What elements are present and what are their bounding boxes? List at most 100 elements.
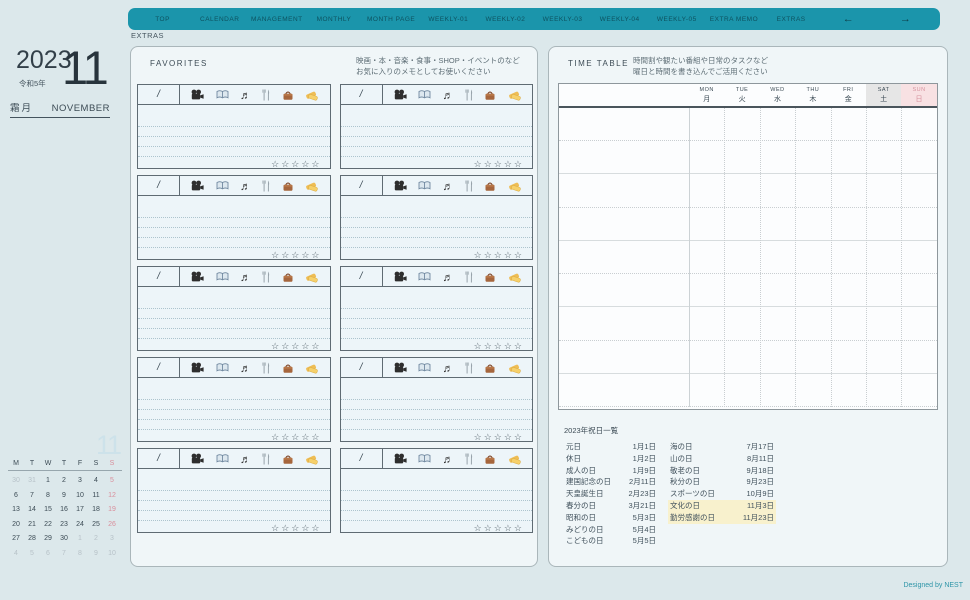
favorites-title: FAVORITES <box>150 59 208 68</box>
note-lines-area[interactable] <box>138 469 330 521</box>
nav-prev-arrow[interactable]: ← <box>820 13 877 25</box>
star-rating[interactable]: ☆☆☆☆☆ <box>138 521 330 537</box>
date-slot[interactable]: / <box>341 358 383 377</box>
nav-tab-weekly-02[interactable]: WEEKLY-02 <box>477 16 534 23</box>
note-line <box>138 299 330 309</box>
calendar-day: 5 <box>110 477 114 484</box>
holiday-name: 文化の日 <box>670 500 700 510</box>
holiday-name: 天皇誕生日 <box>566 489 604 499</box>
favorite-card-icons: ♬ <box>180 176 330 195</box>
timetable-row <box>559 141 937 175</box>
fork-knife-icon <box>465 89 473 101</box>
ticket-icon <box>305 271 318 283</box>
calendar-day: 12 <box>108 491 116 499</box>
nav-tab-weekly-04[interactable]: WEEKLY-04 <box>591 16 648 23</box>
note-line <box>138 491 330 501</box>
mini-calendar: 11 MTWTFSS 30 31 1 2 3 4 5 6 7 8 9 10 11 12 13 14 15 16 17… <box>8 430 122 562</box>
music-notes-icon: ♬ <box>442 362 454 375</box>
star-rating[interactable]: ☆☆☆☆☆ <box>341 248 533 264</box>
note-lines-area[interactable] <box>340 287 532 339</box>
holiday-name: 勤労感謝の日 <box>670 512 715 522</box>
nav-tab-monthly[interactable]: MONTHLY <box>305 16 362 23</box>
date-slot[interactable]: / <box>138 176 180 195</box>
nav-tab-weekly-05[interactable]: WEEKLY-05 <box>648 16 705 23</box>
note-line <box>138 117 330 127</box>
movie-camera-icon <box>191 453 204 465</box>
timetable-day-divider <box>795 108 797 407</box>
date-slot[interactable]: / <box>138 358 180 377</box>
favorite-card-header: / ♬ <box>138 85 330 105</box>
nav-tab-management[interactable]: MANAGEMENT <box>248 16 305 23</box>
holiday-row: 昭和の日 5月3日 <box>564 512 658 524</box>
holiday-name: 秋分の日 <box>670 477 700 487</box>
nav-tab-top[interactable]: TOP <box>134 16 191 23</box>
handbag-icon <box>484 362 496 374</box>
calendar-day: 6 <box>46 549 50 557</box>
calendar-day: 31 <box>28 477 36 484</box>
nav-tab-weekly-03[interactable]: WEEKLY-03 <box>534 16 591 23</box>
star-rating[interactable]: ☆☆☆☆☆ <box>341 157 533 173</box>
holiday-row: みどりの日 5月4日 <box>564 524 658 536</box>
ticket-icon <box>508 180 521 192</box>
favorite-card: / ♬ ☆☆☆☆☆ <box>137 448 331 533</box>
favorite-card-header: / ♬ <box>340 358 532 378</box>
nav-tab-month-page[interactable]: MONTH PAGE <box>363 16 420 23</box>
handbag-icon <box>484 89 496 101</box>
calendar-day: 30 <box>60 535 68 543</box>
handbag-icon <box>282 89 294 101</box>
date-slot[interactable]: / <box>341 267 383 286</box>
timetable-day-divider <box>830 108 832 407</box>
star-rating[interactable]: ☆☆☆☆☆ <box>138 248 330 264</box>
star-rating[interactable]: ☆☆☆☆☆ <box>138 339 330 355</box>
nav-tab-calendar[interactable]: CALENDAR <box>191 16 248 23</box>
calendar-day: 14 <box>28 506 36 514</box>
calendar-day: 29 <box>44 535 52 543</box>
note-lines-area[interactable] <box>340 105 532 157</box>
timetable-title: TIME TABLE <box>568 59 629 68</box>
timetable-time-column-divider <box>689 108 690 407</box>
holiday-row: 秋分の日 9月23日 <box>668 476 776 488</box>
nav-tab-weekly-01[interactable]: WEEKLY-01 <box>420 16 477 23</box>
note-lines-area[interactable] <box>340 196 532 248</box>
calendar-day: 23 <box>60 520 68 528</box>
holiday-date: 10月9日 <box>746 489 774 499</box>
music-notes-icon: ♬ <box>442 180 454 193</box>
nav-tab-extras[interactable]: EXTRAS <box>763 16 820 23</box>
calendar-day: 25 <box>92 520 100 528</box>
star-rating[interactable]: ☆☆☆☆☆ <box>138 430 330 446</box>
timetable-grid[interactable] <box>559 108 937 407</box>
nav-next-arrow[interactable]: → <box>877 13 934 25</box>
timetable-row <box>559 274 937 308</box>
star-rating[interactable]: ☆☆☆☆☆ <box>341 339 533 355</box>
note-lines-area[interactable] <box>340 378 532 430</box>
note-lines-area[interactable] <box>138 105 330 157</box>
note-line <box>340 208 532 218</box>
open-book-icon <box>216 362 229 373</box>
star-rating[interactable]: ☆☆☆☆☆ <box>341 521 533 537</box>
favorite-card: / ♬ ☆☆☆☆☆ <box>137 175 331 260</box>
star-rating[interactable]: ☆☆☆☆☆ <box>341 430 533 446</box>
star-rating[interactable]: ☆☆☆☆☆ <box>138 157 330 173</box>
date-slot[interactable]: / <box>138 267 180 286</box>
holiday-name: 山の日 <box>670 453 693 463</box>
note-lines-area[interactable] <box>138 196 330 248</box>
note-lines-area[interactable] <box>138 287 330 339</box>
note-lines-area[interactable] <box>340 469 532 521</box>
holiday-row: 休日 1月2日 <box>564 453 658 465</box>
nav-tab-extra-memo[interactable]: EXTRA MEMO <box>705 16 762 23</box>
date-slot[interactable]: / <box>341 176 383 195</box>
holiday-row: 敬老の日 9月18日 <box>668 465 776 477</box>
day-label-en: TUE <box>735 86 749 93</box>
open-book-icon <box>418 180 431 191</box>
date-slot[interactable]: / <box>138 449 180 468</box>
calendar-day: 27 <box>12 535 20 543</box>
date-slot[interactable]: / <box>341 449 383 468</box>
note-lines-area[interactable] <box>138 378 330 430</box>
date-slot[interactable]: / <box>138 85 180 104</box>
holiday-date: 11月3日 <box>747 500 774 510</box>
movie-camera-icon <box>394 180 407 192</box>
note-line <box>138 481 330 491</box>
date-slot[interactable]: / <box>341 85 383 104</box>
calendar-day-header: T <box>61 460 67 467</box>
holiday-columns: 元日 1月1日 休日 1月2日 成人の日 1月9日 建国記念の日 2月11日 天皇誕生日 2月23… <box>564 441 794 547</box>
